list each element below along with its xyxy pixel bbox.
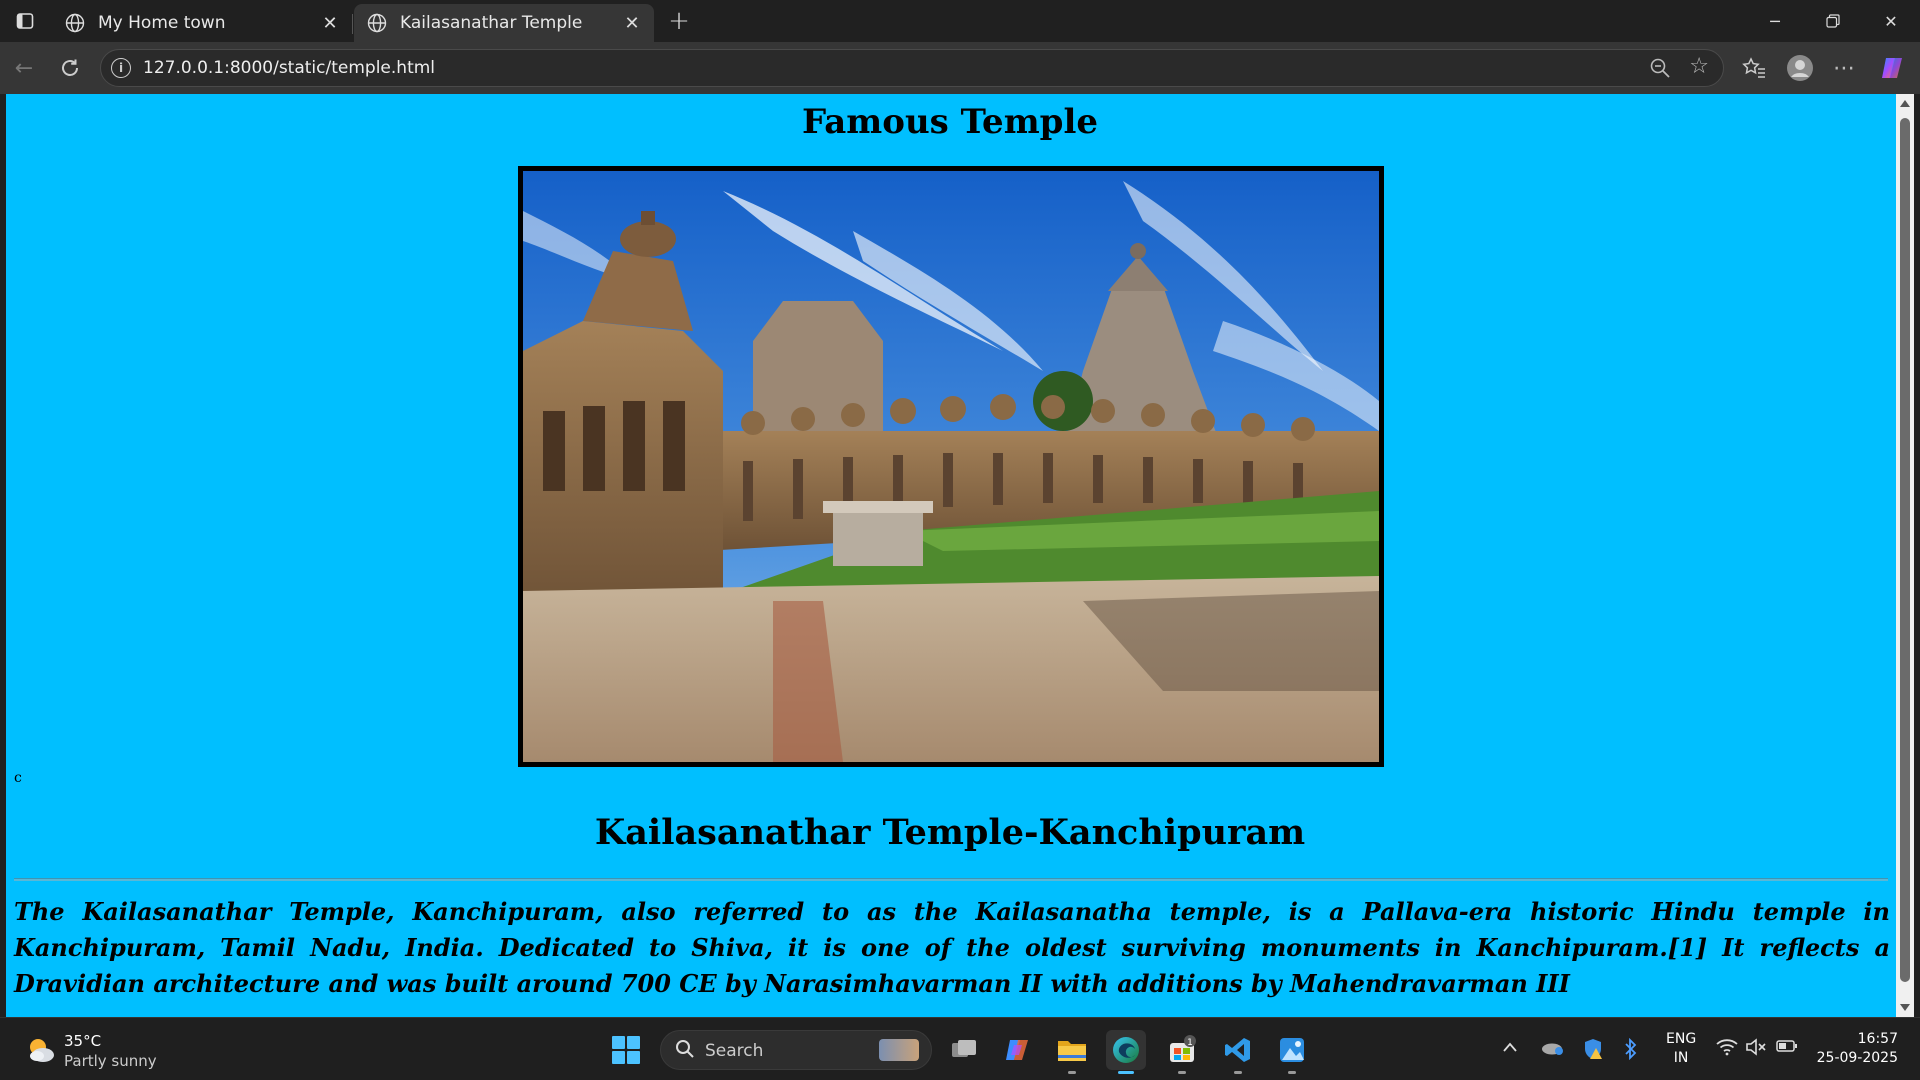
url-text[interactable]: 127.0.0.1:8000/static/temple.html (143, 58, 435, 78)
tab-title: My Home town (98, 13, 226, 33)
zoom-icon[interactable] (1649, 57, 1671, 83)
microsoft-store-icon[interactable]: 1 (1162, 1030, 1202, 1074)
search-label: Search (705, 1041, 764, 1061)
region-code: IN (1673, 1050, 1689, 1066)
taskbar: 35°C Partly sunny Search 1 ENG IN 16:57 … (0, 1017, 1920, 1080)
tab-actions-icon[interactable] (6, 6, 44, 36)
wifi-icon[interactable] (1716, 1038, 1738, 1060)
photo-app-icon[interactable] (1272, 1030, 1312, 1074)
clock-time: 16:57 (1857, 1031, 1898, 1047)
close-tab-icon[interactable]: ✕ (622, 13, 642, 34)
chevron-up-icon[interactable] (1502, 1038, 1518, 1057)
browser-toolbar: ← i 127.0.0.1:8000/static/temple.html ☆ … (0, 42, 1920, 94)
language-indicator[interactable]: ENG IN (1666, 1030, 1696, 1068)
task-view-icon[interactable] (944, 1030, 984, 1070)
copilot-icon[interactable] (1876, 52, 1908, 84)
volume-muted-icon[interactable] (1746, 1038, 1768, 1060)
tab-title: Kailasanathar Temple (400, 13, 583, 33)
tab-kailasanathar-temple[interactable]: Kailasanathar Temple ✕ (354, 4, 654, 42)
tab-bar: My Home town ✕ Kailasanathar Temple ✕ + … (0, 0, 1920, 42)
tab-my-home-town[interactable]: My Home town ✕ (52, 4, 352, 42)
back-arrow-icon[interactable]: ← (8, 52, 40, 84)
favorites-icon[interactable] (1738, 52, 1770, 84)
more-menu-icon[interactable]: ⋯ (1828, 52, 1860, 84)
address-bar[interactable]: i 127.0.0.1:8000/static/temple.html ☆ (100, 49, 1724, 87)
site-info-icon[interactable]: i (111, 58, 131, 78)
temple-heading: Kailasanathar Temple-Kanchipuram (594, 812, 1306, 853)
weather-temperature[interactable]: 35°C (64, 1032, 101, 1050)
scroll-up-icon[interactable] (1900, 100, 1910, 107)
bluetooth-icon[interactable] (1624, 1037, 1638, 1064)
new-tab-button[interactable]: + (664, 6, 694, 36)
minimize-icon[interactable]: ─ (1746, 0, 1804, 42)
clock-date: 25-09-2025 (1816, 1050, 1898, 1066)
windows-start-icon[interactable] (612, 1036, 640, 1064)
globe-icon (366, 12, 388, 34)
copilot-app-icon[interactable] (998, 1030, 1038, 1070)
file-explorer-icon[interactable] (1052, 1030, 1092, 1074)
security-warning-icon[interactable] (1582, 1038, 1604, 1064)
close-window-icon[interactable]: ✕ (1862, 0, 1920, 42)
weather-description[interactable]: Partly sunny (64, 1052, 157, 1070)
page-title: Famous Temple (802, 102, 1098, 142)
temple-photo-illustration (523, 171, 1379, 762)
taskbar-search[interactable]: Search (660, 1030, 932, 1070)
edge-browser-icon[interactable] (1106, 1030, 1146, 1074)
vscode-icon[interactable] (1218, 1030, 1258, 1074)
globe-icon (64, 12, 86, 34)
language-code: ENG (1666, 1031, 1697, 1047)
search-icon (675, 1039, 695, 1064)
battery-icon[interactable] (1776, 1038, 1798, 1057)
scrollbar-thumb[interactable] (1900, 118, 1910, 982)
page-scrollbar[interactable] (1896, 94, 1914, 1017)
window-frame (1914, 94, 1920, 1017)
horizontal-rule (14, 878, 1888, 881)
tab-divider (352, 14, 353, 34)
stray-text: c (14, 770, 22, 786)
search-highlight-icon (879, 1039, 919, 1061)
system-clock[interactable]: 16:57 25-09-2025 (1812, 1030, 1898, 1068)
temple-photo (518, 166, 1384, 767)
onedrive-icon[interactable] (1540, 1038, 1564, 1060)
profile-avatar-icon[interactable] (1784, 52, 1816, 84)
scroll-down-icon[interactable] (1900, 1004, 1910, 1011)
page-viewport: Famous Temple c Kailasanathar Temple-Kan… (6, 94, 1896, 1017)
reload-icon[interactable] (54, 52, 86, 84)
weather-partly-sunny-icon[interactable] (24, 1034, 56, 1066)
store-badge-count: 1 (1187, 1038, 1193, 1048)
restore-icon[interactable] (1804, 0, 1862, 42)
favorite-star-icon[interactable]: ☆ (1689, 54, 1709, 79)
close-tab-icon[interactable]: ✕ (320, 13, 340, 34)
temple-description: The Kailasanathar Temple, Kanchipuram, a… (14, 897, 1890, 998)
